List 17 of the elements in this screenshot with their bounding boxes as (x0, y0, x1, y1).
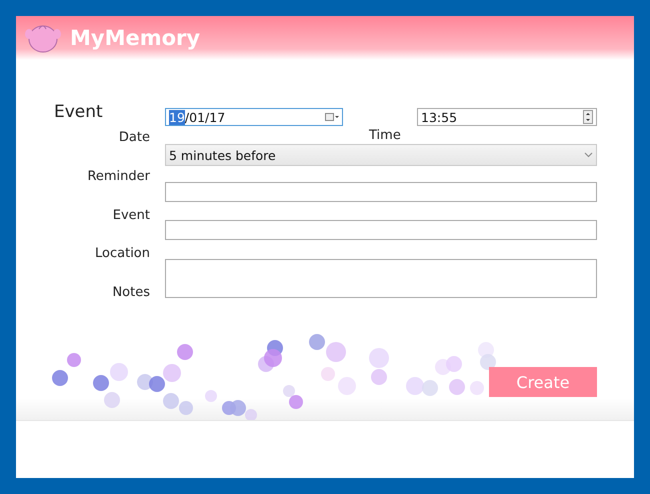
section-heading: Event (54, 102, 103, 122)
field-label: Reminder (87, 169, 150, 184)
reminder-dropdown[interactable]: 5 minutes before (165, 144, 597, 166)
reminder-field[interactable] (165, 182, 597, 202)
app-title: MyMemory (70, 26, 200, 50)
field-label: Date (118, 130, 150, 145)
time-field[interactable]: 13:55 (417, 108, 597, 126)
chevron-down-icon (584, 152, 593, 158)
field-label: Event (112, 208, 150, 223)
spinner-icon[interactable] (583, 110, 593, 124)
location-field[interactable] (165, 259, 597, 298)
date-field[interactable]: 19/01/17 (165, 108, 343, 126)
calendar-icon (325, 113, 339, 121)
field-label: Time (369, 127, 402, 144)
event-field[interactable] (165, 220, 597, 240)
field-label: Location (95, 246, 150, 261)
field-label: Notes (112, 285, 150, 300)
